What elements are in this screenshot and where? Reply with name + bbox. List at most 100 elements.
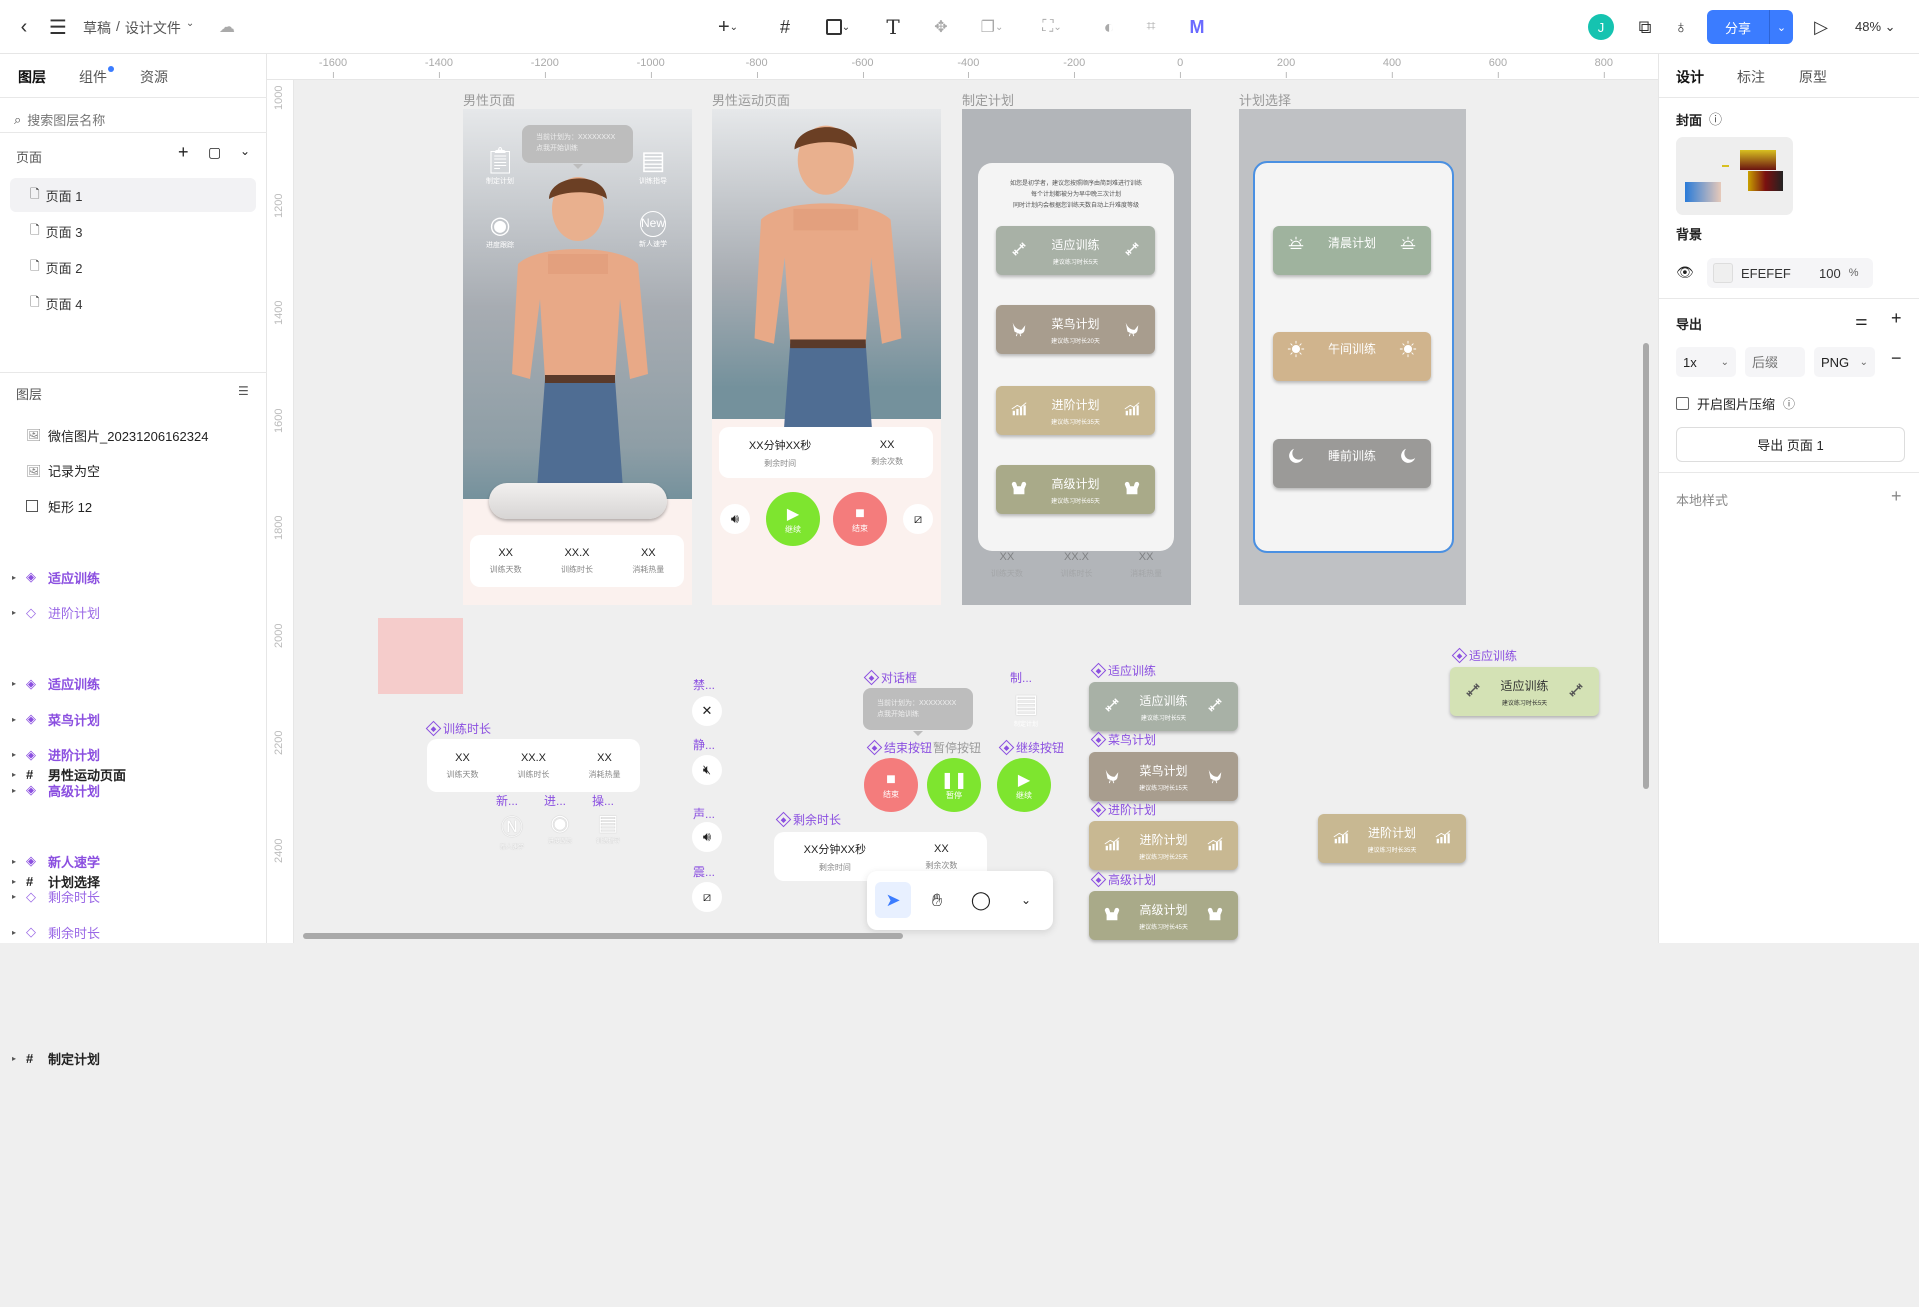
- comment-tool-icon[interactable]: ◯: [963, 882, 999, 918]
- frame-title-plan-select[interactable]: 计划选择: [1239, 90, 1291, 109]
- end-button-component[interactable]: ■ 结束: [864, 758, 918, 812]
- select-tool-icon[interactable]: ➤: [875, 882, 911, 918]
- layer-item[interactable]: ▸ ◇ 进阶计划: [12, 598, 262, 628]
- plan-card[interactable]: 适应训练 建议练习时长5天: [1089, 682, 1238, 731]
- frame-title-plan-make[interactable]: 制定计划: [962, 90, 1014, 109]
- expand-icon[interactable]: ▸: [12, 857, 26, 866]
- component-label-make-plan[interactable]: 制...: [1010, 669, 1032, 686]
- component-label-pause[interactable]: 暂停按钮: [933, 739, 981, 756]
- hand-tool-icon[interactable]: ✋︎: [919, 882, 955, 918]
- plan-card[interactable]: 菜鸟计划 建议练习时长15天: [1089, 752, 1238, 801]
- new-user-icon[interactable]: Ⓝ 新人速学: [492, 810, 532, 851]
- component-icon[interactable]: ⛶ ⌄: [1032, 14, 1072, 40]
- sort-icon[interactable]: ☰: [238, 384, 249, 398]
- start-pill[interactable]: [489, 483, 667, 519]
- tab-layers[interactable]: 图层: [18, 67, 46, 87]
- expand-icon[interactable]: ▸: [12, 928, 26, 937]
- training-guide-icon[interactable]: ▤ 训练指导: [633, 145, 673, 186]
- export-settings-icon[interactable]: ⚌: [1855, 312, 1868, 329]
- add-icon[interactable]: + ⌄: [708, 14, 748, 40]
- component-label[interactable]: 高级计划: [1090, 871, 1156, 888]
- more-tools-icon[interactable]: ⌄: [1011, 882, 1041, 918]
- progress-track-icon[interactable]: ◉ 进度跟踪: [480, 211, 520, 250]
- bg-opacity[interactable]: 100: [1819, 266, 1841, 281]
- expand-icon[interactable]: ▸: [12, 892, 26, 901]
- component-label[interactable]: 禁...: [693, 676, 715, 693]
- file-name[interactable]: 设计文件: [125, 18, 181, 38]
- expand-icon[interactable]: ▸: [12, 1054, 26, 1063]
- play-icon[interactable]: ▷: [1808, 14, 1834, 40]
- mask-icon[interactable]: ◐: [1096, 14, 1122, 40]
- component-label[interactable]: 声...: [693, 805, 715, 822]
- component-label-continue[interactable]: 继续按钮: [998, 739, 1064, 756]
- frame-male-page[interactable]: 当前计划为：XXXXXXXX 点我开始训练 📋︎ 制定计划 ▤ 训练指导 ◉ 进度跟踪 …: [463, 109, 692, 605]
- tab-annotation[interactable]: 标注: [1737, 67, 1765, 87]
- component-label[interactable]: 进阶计划: [1090, 801, 1156, 818]
- component-label[interactable]: 菜鸟计划: [1090, 731, 1156, 748]
- expand-icon[interactable]: ▸: [12, 679, 26, 688]
- frame-plan-select[interactable]: 清晨计划 午间训练 睡前训练: [1239, 109, 1466, 605]
- add-style-icon[interactable]: +: [1891, 486, 1902, 507]
- chevron-down-icon[interactable]: ⌄: [240, 144, 250, 158]
- plan-card[interactable]: 进阶计划 建议练习时长35天: [1318, 814, 1466, 863]
- frame-icon[interactable]: #: [772, 14, 798, 40]
- chevron-down-icon[interactable]: ⌄: [1769, 10, 1793, 44]
- page-item[interactable]: 🗋︎ 页面 4: [10, 286, 256, 320]
- bg-hex[interactable]: EFEFEF: [1741, 266, 1811, 281]
- component-label-adapt-green[interactable]: 适应训练: [1451, 647, 1517, 664]
- expand-icon[interactable]: ▸: [12, 573, 26, 582]
- avatar[interactable]: J: [1588, 14, 1614, 40]
- chevron-down-icon[interactable]: ⌄: [186, 18, 194, 38]
- layer-item[interactable]: 🖼︎ 微信图片_20231206162324: [12, 420, 262, 450]
- color-swatch[interactable]: [1713, 263, 1733, 283]
- continue-button-component[interactable]: ▶ 继续: [997, 758, 1051, 812]
- component-label-end[interactable]: 结束按钮: [866, 739, 932, 756]
- breadcrumb-root[interactable]: 草稿: [83, 18, 111, 38]
- train-time-card[interactable]: XX 训练天数 XX.X 训练时长 XX 消耗热量: [427, 739, 640, 792]
- pause-button-component[interactable]: ❚❚ 暂停: [927, 758, 981, 812]
- dialog-bubble[interactable]: 当前计划为：XXXXXXXX 点我开始训练: [522, 125, 633, 163]
- component-label[interactable]: 新...: [496, 792, 518, 809]
- compress-option[interactable]: 开启图片压缩 ⓘ: [1676, 394, 1795, 413]
- layer-item[interactable]: ▸ ◈ 菜鸟计划: [12, 704, 262, 734]
- plan-card[interactable]: 进阶计划 建议练习时长35天: [996, 386, 1155, 435]
- text-icon[interactable]: T: [880, 14, 906, 40]
- stop-button[interactable]: ■ 结束: [833, 492, 887, 546]
- plan-card[interactable]: 清晨计划: [1273, 226, 1431, 275]
- export-format-select[interactable]: PNG ⌄: [1814, 347, 1875, 377]
- search-input[interactable]: [27, 112, 228, 128]
- vertical-scrollbar[interactable]: [1643, 343, 1649, 789]
- component-label[interactable]: 适应训练: [1090, 662, 1156, 679]
- export-button[interactable]: 导出 页面 1: [1676, 427, 1905, 462]
- layer-item[interactable]: ▸ ◈ 高级计划: [12, 775, 262, 805]
- dialog-component[interactable]: 当前计划为：XXXXXXXX 点我开始训练: [863, 688, 973, 730]
- plugin-icon[interactable]: ⧉: [1632, 14, 1658, 40]
- add-page-icon[interactable]: +: [178, 142, 189, 163]
- expand-icon[interactable]: ▸: [12, 715, 26, 724]
- progress-track-icon[interactable]: ◉ 进度跟踪: [540, 810, 580, 845]
- vibrate-icon[interactable]: ⧄: [692, 882, 722, 912]
- training-guide-icon[interactable]: ▤ 训练指导: [588, 810, 628, 845]
- back-icon[interactable]: ‹: [12, 14, 36, 40]
- rectangle-12[interactable]: [378, 618, 463, 694]
- compress-checkbox[interactable]: [1676, 397, 1689, 410]
- menu-icon[interactable]: ☰: [46, 14, 70, 40]
- component-label-dialog[interactable]: 对话框: [863, 669, 917, 686]
- make-plan-icon[interactable]: ▤ 制定计划: [1008, 688, 1044, 728]
- horizontal-scrollbar[interactable]: [303, 933, 903, 939]
- boolean-icon[interactable]: ❐ ⌄: [972, 14, 1012, 40]
- component-label-train-time[interactable]: 训练时长: [425, 720, 491, 737]
- expand-icon[interactable]: ▸: [12, 608, 26, 617]
- plan-card[interactable]: 高级计划 建议练习时长45天: [1089, 891, 1238, 940]
- frame-title-male-page[interactable]: 男性页面: [463, 90, 515, 109]
- page-item[interactable]: 🗋︎ 页面 3: [10, 214, 256, 248]
- tab-prototype[interactable]: 原型: [1799, 67, 1827, 87]
- help-icon[interactable]: ⓘ: [1783, 395, 1795, 412]
- crop-icon[interactable]: ⌗: [1138, 14, 1164, 40]
- plan-card[interactable]: 适应训练 建议练习时长5天: [1450, 667, 1599, 716]
- component-label[interactable]: 震...: [693, 863, 715, 880]
- layer-item[interactable]: 🖼︎ 记录为空: [12, 456, 262, 486]
- page-item[interactable]: 🗋︎ 页面 2: [10, 250, 256, 284]
- expand-icon[interactable]: ▸: [12, 786, 26, 795]
- ai-plugin-icon[interactable]: M: [1184, 14, 1210, 40]
